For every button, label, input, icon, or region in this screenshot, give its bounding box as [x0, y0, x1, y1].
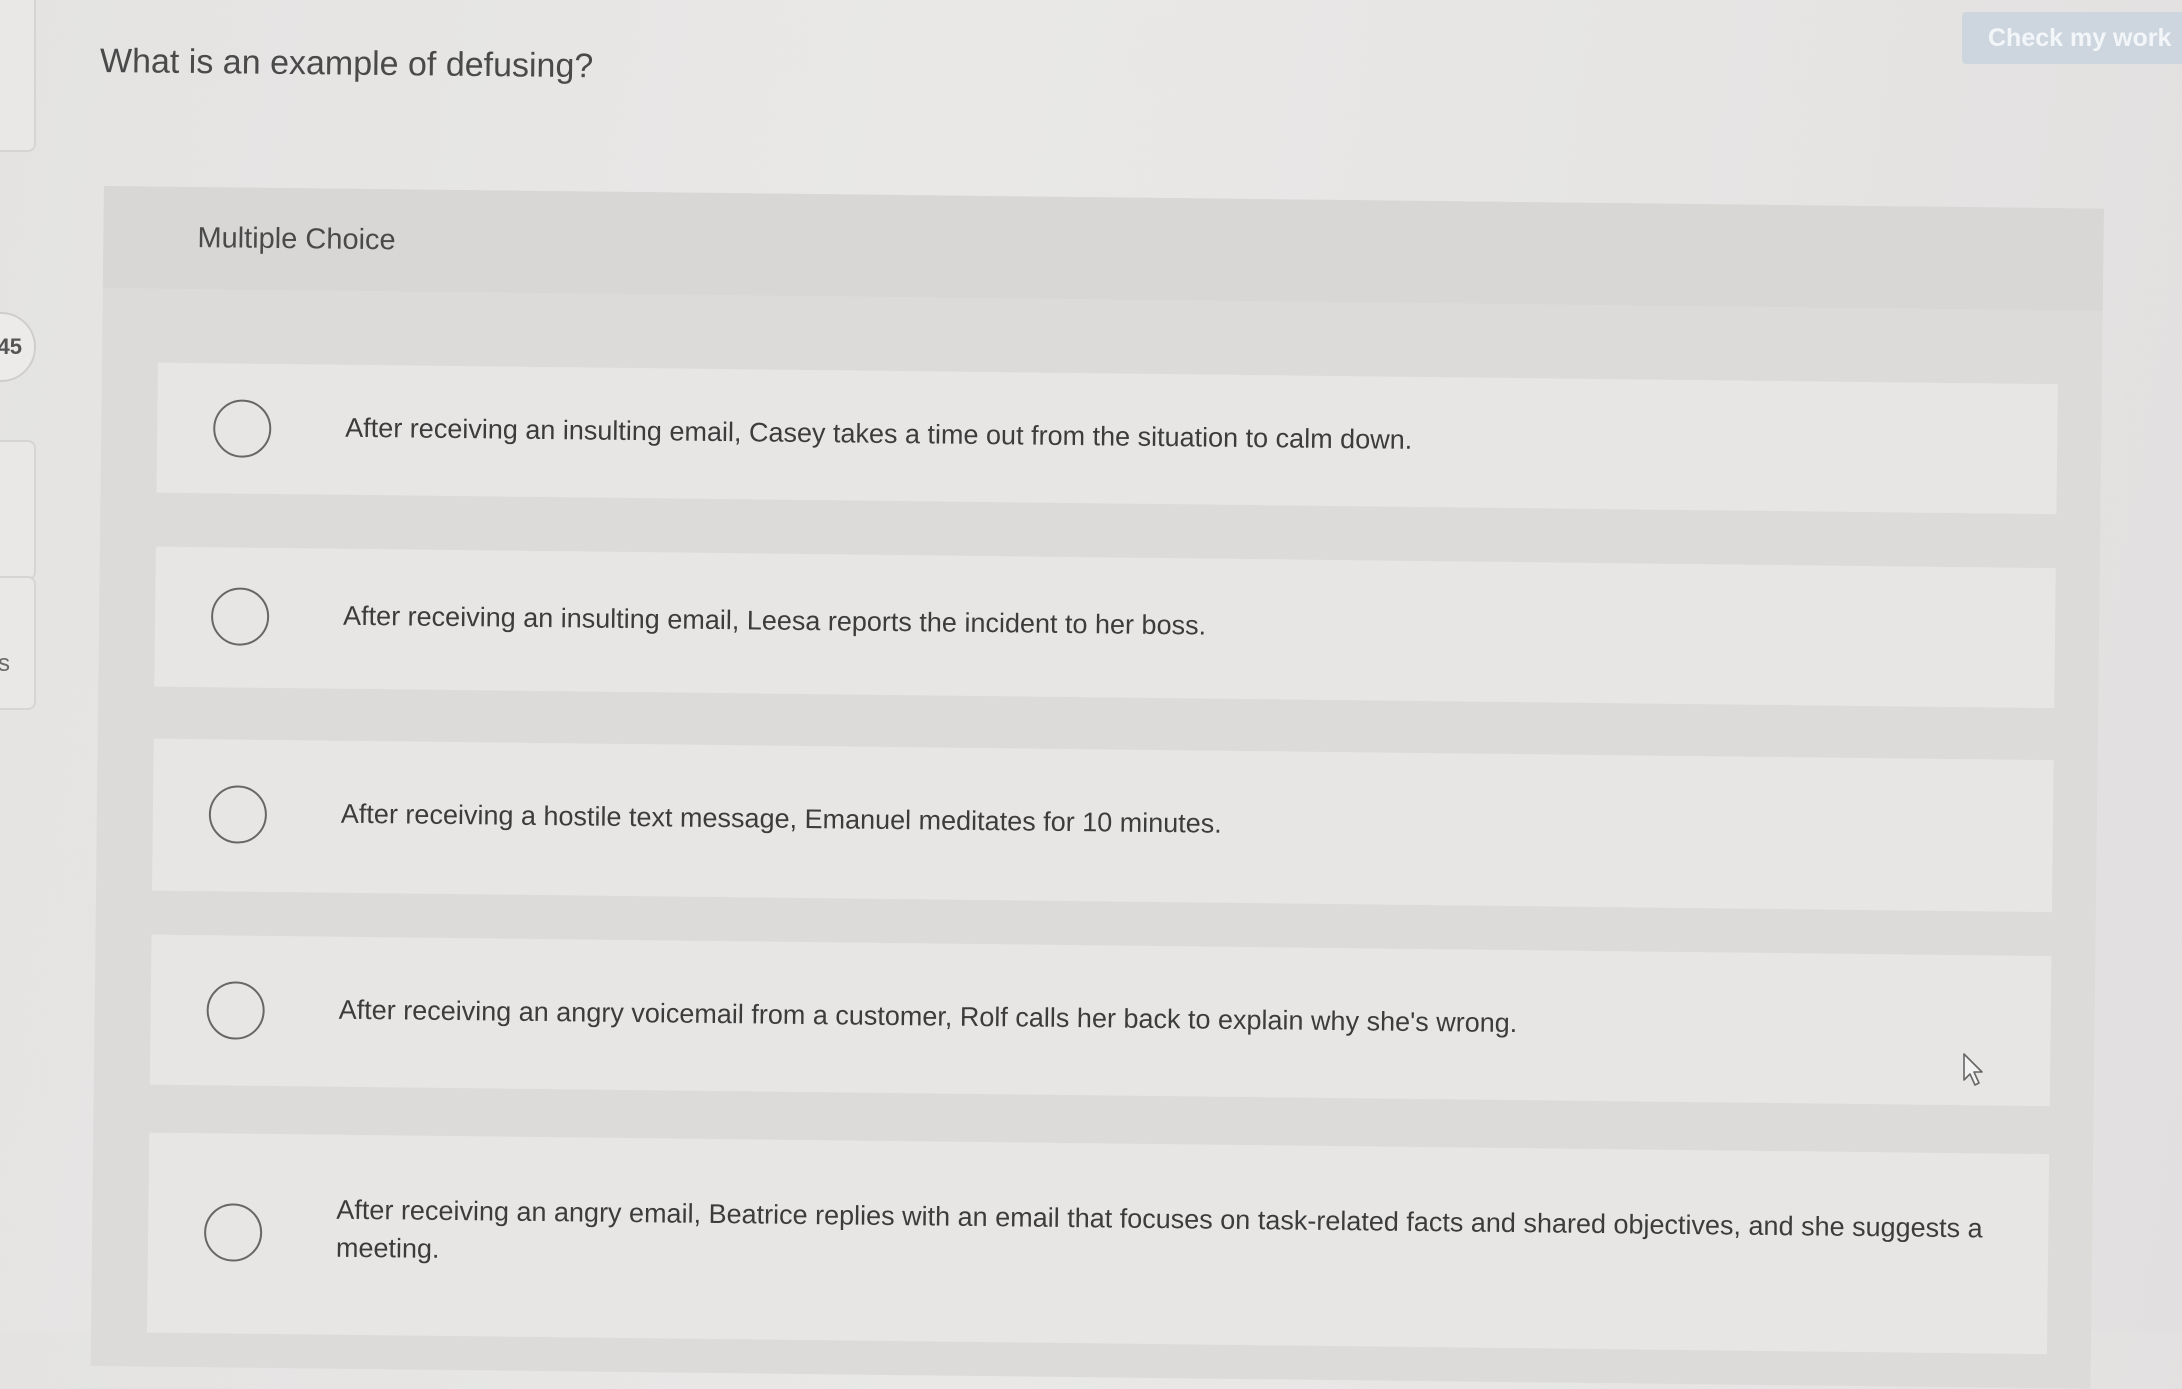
- answer-option-text: After receiving an angry email, Beatrice…: [335, 1194, 1983, 1264]
- answer-option-4[interactable]: After receiving an angry voicemail from …: [149, 934, 2052, 1107]
- answer-option-5[interactable]: After receiving an angry email, Beatrice…: [146, 1132, 2050, 1355]
- left-rail-partial-label: s: [0, 650, 10, 677]
- question-panel: Multiple Choice After receiving an insul…: [90, 186, 2104, 1389]
- answer-option-1[interactable]: After receiving an insulting email, Case…: [156, 362, 2058, 515]
- left-rail-tab-lower[interactable]: [0, 576, 36, 710]
- radio-circle-icon[interactable]: [210, 587, 270, 646]
- check-my-work-label: Check my work: [1988, 23, 2172, 52]
- question-number-badge[interactable]: 45: [0, 312, 36, 382]
- radio-circle-icon[interactable]: [203, 1203, 263, 1262]
- radio-circle-icon[interactable]: [212, 399, 272, 458]
- question-prompt: What is an example of defusing?: [99, 42, 594, 86]
- radio-circle-icon[interactable]: [206, 981, 265, 1040]
- mouse-pointer-icon: [1963, 1053, 1983, 1086]
- question-number: 45: [0, 334, 22, 359]
- question-type-label: Multiple Choice: [197, 221, 396, 256]
- answer-option-text: After receiving an angry voicemail from …: [338, 994, 1518, 1039]
- check-my-work-button[interactable]: Check my work: [1962, 12, 2182, 64]
- panel-header: Multiple Choice: [102, 186, 2104, 311]
- answer-option-text: After receiving an insulting email, Lees…: [342, 600, 1207, 641]
- answer-option-2[interactable]: After receiving an insulting email, Lees…: [154, 546, 2056, 709]
- radio-circle-icon[interactable]: [208, 785, 268, 844]
- left-rail-tab-top[interactable]: [0, 0, 36, 152]
- answer-option-text: After receiving an insulting email, Case…: [345, 412, 1413, 455]
- left-rail-tab-middle[interactable]: [0, 440, 36, 580]
- answer-option-text: After receiving a hostile text message, …: [340, 798, 1222, 839]
- left-navigation-rail: 45 s: [0, 0, 36, 1332]
- answer-option-3[interactable]: After receiving a hostile text message, …: [152, 738, 2054, 913]
